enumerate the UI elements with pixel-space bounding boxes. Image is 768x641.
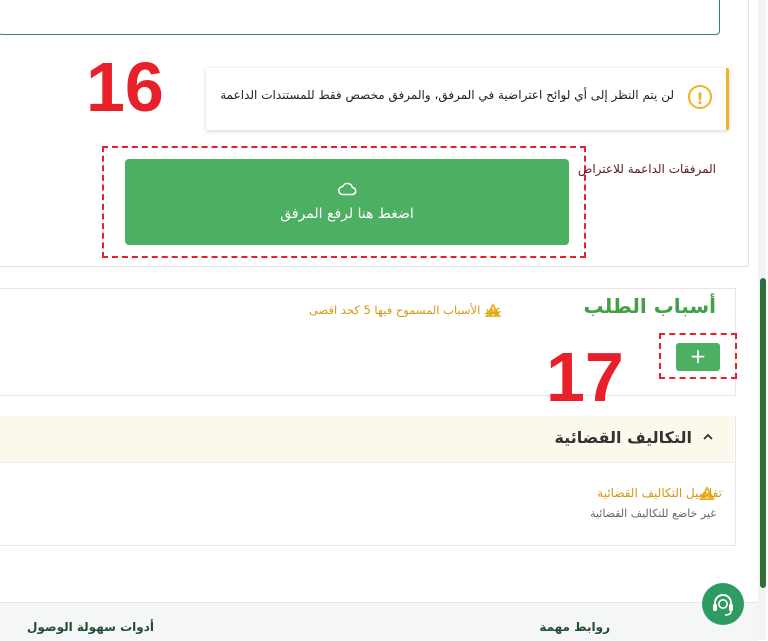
costs-detail-label: تفاصيل التكاليف القضائية: [597, 486, 722, 500]
upload-button-label: اضغط هنا لرفع المرفق: [280, 206, 414, 222]
cloud-upload-icon: [337, 182, 357, 196]
footer-important-links[interactable]: روابط مهمة: [539, 620, 610, 634]
headset-support-icon: [713, 594, 733, 616]
support-chat-button[interactable]: [702, 583, 744, 625]
costs-title: التكاليف القضائية: [554, 428, 692, 447]
reasons-title: أسباب الطلب: [583, 294, 716, 318]
footer-accessibility-tools[interactable]: أدوات سهولة الوصول: [27, 620, 154, 634]
costs-detail-value: غير خاضع للتكاليف القضائية: [590, 507, 716, 520]
notice-text: لن يتم النظر إلى أي لوائح اعتراضية في ال…: [220, 88, 674, 102]
chevron-up-icon[interactable]: [701, 430, 715, 444]
attachment-notice: ! لن يتم النظر إلى أي لوائح اعتراضية في …: [206, 68, 729, 130]
exclamation-circle-icon: !: [688, 85, 712, 109]
annotation-17: 17: [546, 338, 624, 416]
scrollbar-thumb[interactable]: [760, 278, 766, 588]
add-reason-button[interactable]: +: [676, 343, 720, 371]
annotation-16: 16: [86, 48, 164, 126]
upload-label: المرفقات الداعمة للاعتراض: [577, 162, 716, 176]
upload-attachment-button[interactable]: اضغط هنا لرفع المرفق: [125, 159, 569, 245]
reasons-limit-note: عدد الأسباب المسموح فيها 5 كحد اقصى: [308, 303, 502, 317]
